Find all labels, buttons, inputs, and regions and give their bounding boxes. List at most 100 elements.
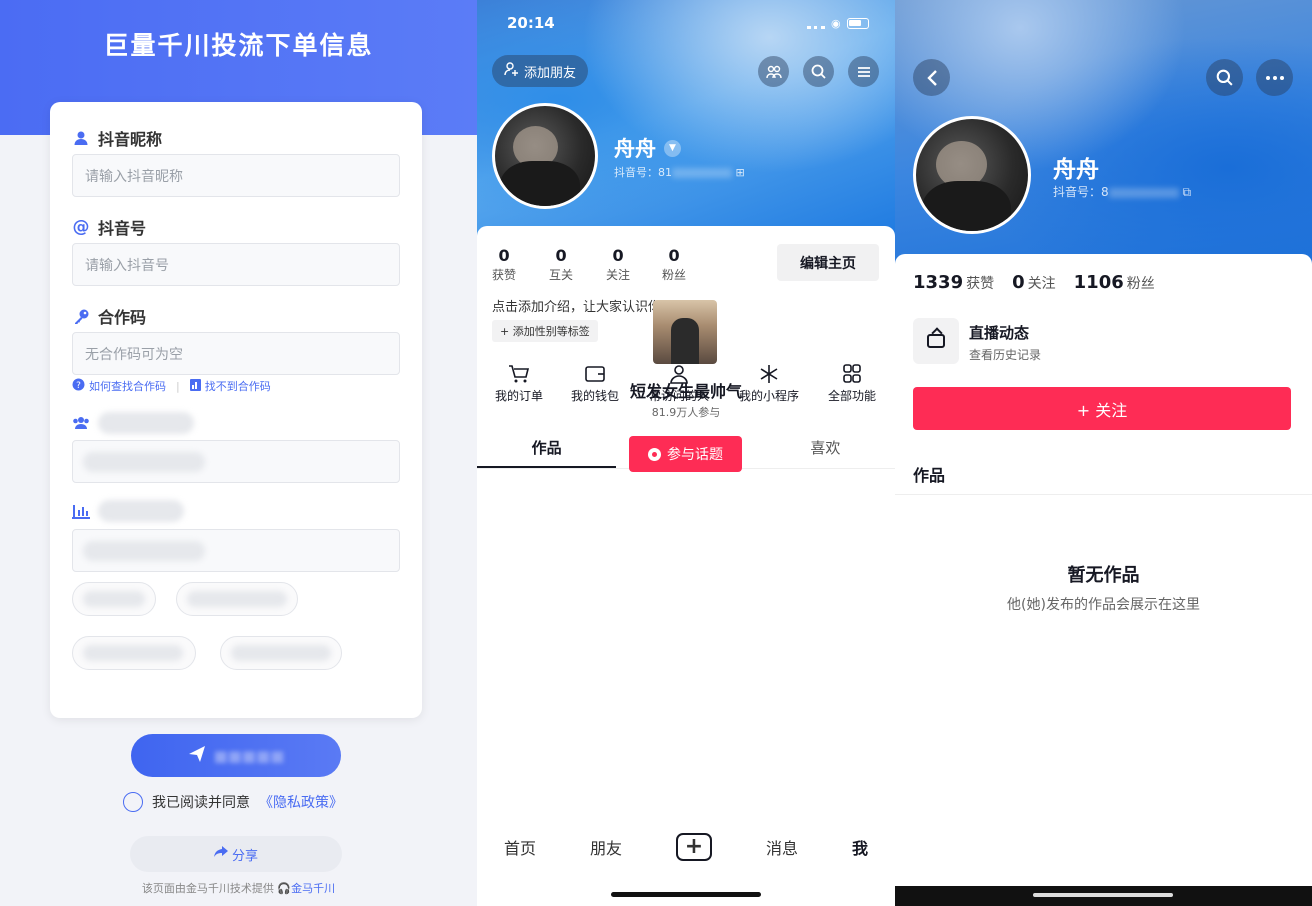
other-profile-panel: 舟舟 抖音号：8 ⧉ 1339 获赞 0 关注 1106 粉丝 直播动态 查看历史记录… bbox=[895, 0, 1312, 906]
tab-likes[interactable]: 喜欢 bbox=[756, 431, 895, 468]
form-title: 巨量千川投流下单信息 bbox=[103, 31, 374, 60]
coop-code-label: 合作码 bbox=[72, 304, 146, 328]
nav-friends[interactable]: 朋友 bbox=[590, 835, 622, 859]
blurred-option[interactable] bbox=[72, 636, 196, 670]
blurred-input[interactable] bbox=[72, 529, 400, 572]
chevron-down-icon[interactable]: ▼ bbox=[664, 139, 681, 157]
camera-icon bbox=[648, 447, 661, 461]
join-topic-button[interactable]: 参与话题 bbox=[629, 436, 742, 472]
add-tag-button[interactable]: + 添加性别等标签 bbox=[492, 320, 598, 342]
help-not-found-link[interactable]: 找不到合作码 bbox=[205, 378, 271, 394]
avatar[interactable] bbox=[492, 103, 598, 209]
menu-icon[interactable] bbox=[848, 56, 879, 87]
qr-icon[interactable]: ⊞ bbox=[736, 166, 745, 179]
home-indicator bbox=[611, 892, 761, 897]
share-icon bbox=[213, 846, 228, 862]
nickname-input[interactable]: 请输入抖音昵称 bbox=[72, 154, 400, 197]
home-indicator bbox=[1033, 893, 1173, 897]
add-friend-button[interactable]: 添加朋友 bbox=[492, 55, 589, 87]
live-history-title[interactable]: 直播动态 bbox=[969, 322, 1029, 343]
blurred-option-text bbox=[83, 591, 145, 607]
search-icon[interactable] bbox=[803, 56, 834, 87]
douyin-id: 抖音号：8 ⧉ bbox=[1053, 185, 1192, 199]
submit-label-blurred: ■■■■■ bbox=[213, 746, 285, 765]
blurred-value bbox=[83, 452, 205, 472]
agree-radio[interactable] bbox=[123, 792, 143, 812]
profile-name: 舟舟 ▼ bbox=[614, 133, 681, 163]
send-icon bbox=[188, 745, 206, 767]
svg-text:?: ? bbox=[76, 381, 81, 391]
live-history-subtitle: 查看历史记录 bbox=[969, 348, 1042, 362]
add-user-icon bbox=[504, 61, 520, 81]
empty-title: 暂无作品 bbox=[1067, 565, 1140, 586]
search-icon[interactable] bbox=[1206, 59, 1243, 96]
nav-home[interactable]: 首页 bbox=[504, 835, 536, 859]
blurred-value bbox=[83, 541, 205, 561]
wifi-icon: ◉ bbox=[831, 17, 841, 30]
bottom-nav: 首页 朋友 + 消息 我 bbox=[477, 822, 895, 872]
battery-icon bbox=[846, 18, 869, 29]
coop-code-help: ? 如何查找合作码 | 找不到合作码 bbox=[72, 378, 271, 394]
topic-name: 短发女生最帅气 bbox=[629, 382, 742, 401]
works-heading[interactable]: 作品 bbox=[913, 462, 945, 486]
follow-button[interactable]: + 关注 bbox=[913, 387, 1291, 430]
blurred-option[interactable] bbox=[220, 636, 342, 670]
headset-icon: 🎧 bbox=[277, 882, 292, 895]
order-form-panel: 巨量千川投流下单信息 抖音昵称 请输入抖音昵称 @ 抖音号 请输入抖音号 合作码… bbox=[0, 0, 477, 906]
stat-mutual[interactable]: 0 互关 bbox=[549, 246, 573, 283]
more-icon[interactable] bbox=[1256, 59, 1293, 96]
nav-messages[interactable]: 消息 bbox=[766, 835, 798, 859]
footer-brand: 金马千川 bbox=[291, 882, 336, 895]
bar-chart-icon bbox=[72, 504, 90, 523]
signal-icon bbox=[807, 18, 825, 29]
edit-profile-button[interactable]: 编辑主页 bbox=[777, 244, 879, 281]
stat-fans[interactable]: 1106 粉丝 bbox=[1074, 272, 1155, 293]
nav-me[interactable]: 我 bbox=[852, 835, 868, 859]
masked-id bbox=[672, 168, 732, 178]
divider bbox=[895, 494, 1312, 495]
empty-subtitle: 他(她)发布的作品会展示在这里 bbox=[1007, 597, 1200, 613]
form-card: 抖音昵称 请输入抖音昵称 @ 抖音号 请输入抖音号 合作码 无合作码可为空 ? … bbox=[50, 102, 422, 718]
stat-likes[interactable]: 1339 获赞 bbox=[913, 272, 994, 293]
coop-code-input[interactable]: 无合作码可为空 bbox=[72, 332, 400, 375]
submit-button[interactable]: ■■■■■ bbox=[131, 734, 341, 777]
status-icons: ◉ bbox=[807, 17, 869, 30]
topic-thumbnail[interactable] bbox=[653, 300, 717, 364]
user-icon bbox=[72, 129, 90, 147]
profile-stats: 1339 获赞 0 关注 1106 粉丝 bbox=[913, 272, 1155, 293]
share-button[interactable]: 分享 bbox=[130, 836, 342, 872]
stat-following[interactable]: 0 关注 bbox=[1012, 272, 1056, 293]
copy-icon[interactable]: ⧉ bbox=[1182, 185, 1191, 199]
blurred-option[interactable] bbox=[72, 582, 156, 616]
agree-row: 我已阅读并同意 《隐私政策》 bbox=[123, 792, 343, 812]
stat-fans[interactable]: 0 粉丝 bbox=[662, 246, 686, 283]
back-icon[interactable] bbox=[913, 59, 950, 96]
status-time: 20:14 bbox=[507, 14, 555, 32]
create-button[interactable]: + bbox=[675, 833, 712, 861]
douyin-id-label: @ 抖音号 bbox=[72, 217, 147, 238]
blurred-option-text bbox=[83, 645, 183, 661]
douyin-id: 抖音号：81 ⊞ bbox=[614, 166, 745, 179]
stat-following[interactable]: 0 关注 bbox=[606, 246, 630, 283]
help-find-code-link[interactable]: 如何查找合作码 bbox=[89, 378, 166, 394]
agree-text: 我已阅读并同意 bbox=[152, 795, 250, 811]
blurred-option-text bbox=[231, 645, 331, 661]
avatar[interactable] bbox=[913, 116, 1031, 234]
question-icon: ? bbox=[72, 378, 85, 394]
topic-count: 81.9万人参与 bbox=[651, 406, 721, 419]
profile-sheet: 1339 获赞 0 关注 1106 粉丝 直播动态 查看历史记录 + 关注 作品 暂无… bbox=[895, 254, 1312, 906]
tv-icon[interactable] bbox=[913, 318, 959, 364]
group-icon bbox=[72, 415, 90, 434]
blurred-option[interactable] bbox=[176, 582, 298, 616]
own-profile-panel: 20:14 ◉ 添加朋友 舟舟 ▼ 抖音号：81 ⊞ 0 获赞 0 互关 0 关… bbox=[477, 0, 895, 906]
stat-likes[interactable]: 0 获赞 bbox=[492, 246, 516, 283]
friends-icon[interactable] bbox=[758, 56, 789, 87]
blurred-input[interactable] bbox=[72, 440, 400, 483]
tab-works[interactable]: 作品 bbox=[477, 431, 617, 468]
blurred-option-text bbox=[187, 591, 287, 607]
douyin-id-input[interactable]: 请输入抖音号 bbox=[72, 243, 400, 286]
footer-credit: 该页面由金马千川技术提供 🎧金马千川 bbox=[141, 882, 336, 895]
chart-small-icon bbox=[189, 378, 201, 394]
at-icon: @ bbox=[72, 217, 90, 237]
privacy-policy-link[interactable]: 《隐私政策》 bbox=[259, 792, 343, 812]
